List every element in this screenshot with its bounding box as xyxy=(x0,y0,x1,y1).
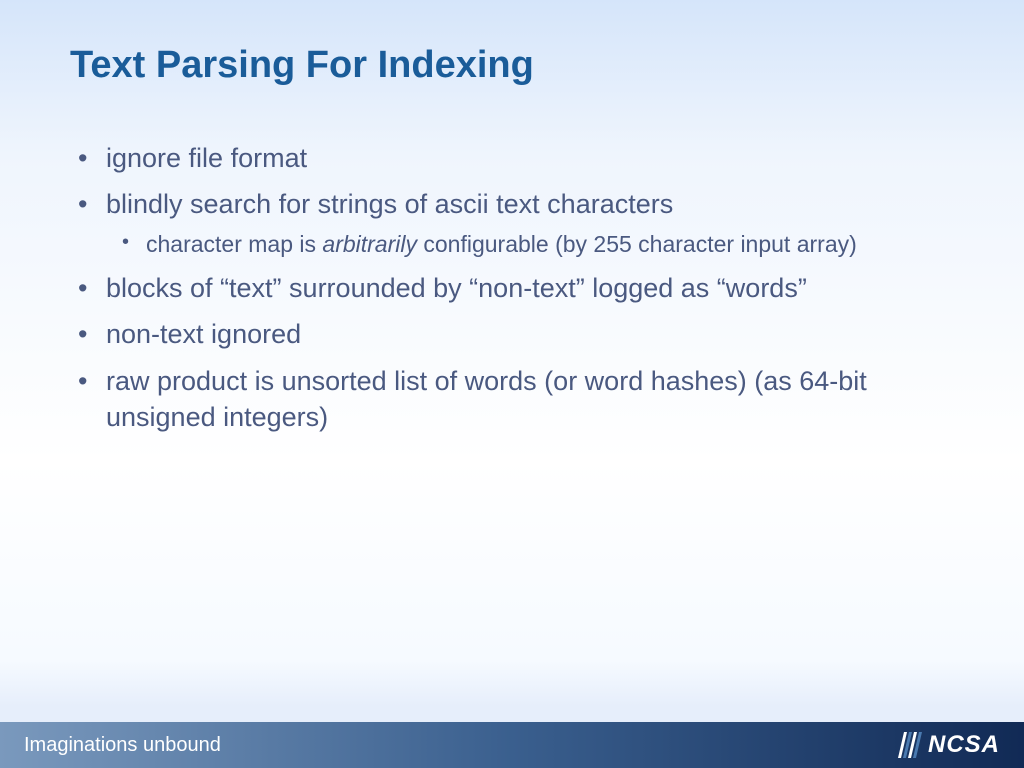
bullet-list: ignore file format blindly search for st… xyxy=(70,140,954,436)
sub-bullet-item: character map is arbitrarily configurabl… xyxy=(106,229,954,260)
footer-tagline: Imaginations unbound xyxy=(24,734,221,757)
logo-stripes-icon xyxy=(898,732,924,758)
bullet-text: non-text ignored xyxy=(106,319,301,349)
bullet-item: ignore file format xyxy=(70,140,954,176)
slide-title: Text Parsing For Indexing xyxy=(70,44,534,87)
slide: Text Parsing For Indexing ignore file fo… xyxy=(0,0,1024,768)
ncsa-logo: NCSA xyxy=(898,731,1000,759)
bullet-item: blocks of “text” surrounded by “non-text… xyxy=(70,270,954,306)
logo-text: NCSA xyxy=(928,731,1000,759)
slide-content: ignore file format blindly search for st… xyxy=(70,140,954,446)
bullet-text: blindly search for strings of ascii text… xyxy=(106,189,673,219)
bullet-text: raw product is unsorted list of words (o… xyxy=(106,366,867,432)
bullet-text: blocks of “text” surrounded by “non-text… xyxy=(106,273,807,303)
bullet-item: raw product is unsorted list of words (o… xyxy=(70,363,954,436)
bullet-text: ignore file format xyxy=(106,143,307,173)
sub-bullet-list: character map is arbitrarily configurabl… xyxy=(106,229,954,260)
sub-text-post: configurable (by 255 character input arr… xyxy=(417,231,857,257)
sub-text-pre: character map is xyxy=(146,231,322,257)
footer-bar: Imaginations unbound NCSA xyxy=(0,722,1024,768)
sub-text-em: arbitrarily xyxy=(322,231,417,257)
bullet-item: blindly search for strings of ascii text… xyxy=(70,186,954,259)
bullet-item: non-text ignored xyxy=(70,316,954,352)
